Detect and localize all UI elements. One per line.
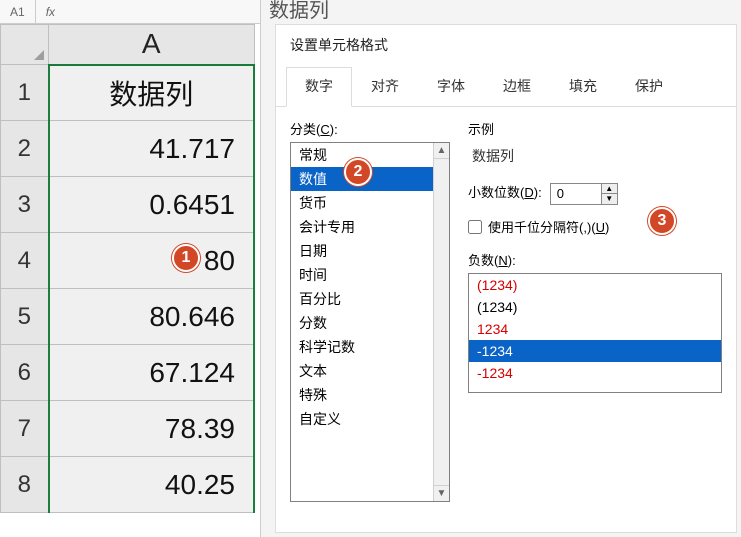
row-header[interactable]: 8: [1, 457, 49, 513]
tab-number[interactable]: 数字: [286, 67, 352, 107]
format-cells-dialog: 数据列 设置单元格格式 数字 对齐 字体 边框 填充 保护 分类(C): 常规 …: [260, 0, 741, 537]
sample-value: 数据列: [468, 144, 722, 168]
category-item-percentage[interactable]: 百分比: [291, 287, 449, 311]
cell-a1[interactable]: 数据列: [49, 65, 255, 121]
callout-3: 3: [648, 207, 676, 235]
dialog-outer-title: 数据列: [269, 0, 329, 23]
cell-a8[interactable]: 40.25: [49, 457, 255, 513]
category-scrollbar[interactable]: ▲ ▼: [433, 143, 449, 501]
category-item-date[interactable]: 日期: [291, 239, 449, 263]
category-item-scientific[interactable]: 科学记数: [291, 335, 449, 359]
tab-border[interactable]: 边框: [484, 67, 550, 106]
category-item-fraction[interactable]: 分数: [291, 311, 449, 335]
cell-a5[interactable]: 80.646: [49, 289, 255, 345]
tab-font[interactable]: 字体: [418, 67, 484, 106]
neg-option[interactable]: 1234: [469, 318, 721, 340]
spreadsheet-grid[interactable]: A 1 数据列 2 41.717 3 0.6451 4 80 5 80.646 …: [0, 24, 255, 537]
cell-a7[interactable]: 78.39: [49, 401, 255, 457]
category-item-custom[interactable]: 自定义: [291, 407, 449, 431]
row-header[interactable]: 7: [1, 401, 49, 457]
dialog-tabs: 数字 对齐 字体 边框 填充 保护: [276, 61, 736, 107]
select-all-corner[interactable]: [1, 25, 49, 65]
row-header[interactable]: 1: [1, 65, 49, 121]
decimal-spinner[interactable]: ▲ ▼: [550, 183, 618, 205]
category-item-time[interactable]: 时间: [291, 263, 449, 287]
spinner-up-icon[interactable]: ▲: [602, 184, 617, 195]
spinner-down-icon[interactable]: ▼: [602, 194, 617, 204]
category-label: 分类(C):: [290, 119, 450, 138]
tab-alignment[interactable]: 对齐: [352, 67, 418, 106]
category-listbox[interactable]: 常规 数值 货币 会计专用 日期 时间 百分比 分数 科学记数 文本 特殊 自定…: [290, 142, 450, 502]
row-header[interactable]: 3: [1, 177, 49, 233]
dialog-title: 设置单元格格式: [276, 25, 736, 61]
row-header[interactable]: 5: [1, 289, 49, 345]
column-header-a[interactable]: A: [49, 25, 255, 65]
decimal-label: 小数位数(D):: [468, 182, 542, 201]
category-item-text[interactable]: 文本: [291, 359, 449, 383]
tab-protection[interactable]: 保护: [616, 67, 682, 106]
sample-label: 示例: [468, 119, 722, 138]
fx-label: fx: [36, 5, 65, 19]
negative-listbox[interactable]: (1234) (1234) 1234 -1234 -1234: [468, 273, 722, 393]
callout-2: 2: [344, 158, 372, 186]
callout-1: 1: [172, 244, 200, 272]
thousands-label: 使用千位分隔符(,)(U): [488, 217, 609, 236]
category-item-special[interactable]: 特殊: [291, 383, 449, 407]
neg-option[interactable]: (1234): [469, 296, 721, 318]
neg-option[interactable]: -1234: [469, 340, 721, 362]
row-header[interactable]: 2: [1, 121, 49, 177]
scroll-down-icon[interactable]: ▼: [434, 485, 449, 501]
cell-a2[interactable]: 41.717: [49, 121, 255, 177]
row-header[interactable]: 6: [1, 345, 49, 401]
scroll-up-icon[interactable]: ▲: [434, 143, 449, 159]
category-item-general[interactable]: 常规: [291, 143, 449, 167]
neg-option[interactable]: (1234): [469, 274, 721, 296]
category-item-accounting[interactable]: 会计专用: [291, 215, 449, 239]
cell-a6[interactable]: 67.124: [49, 345, 255, 401]
thousands-checkbox[interactable]: [468, 220, 482, 234]
tab-fill[interactable]: 填充: [550, 67, 616, 106]
cell-a4[interactable]: 80: [49, 233, 255, 289]
neg-option[interactable]: -1234: [469, 362, 721, 384]
namebox[interactable]: A1: [0, 0, 36, 23]
sample-box: 示例 数据列: [468, 119, 722, 168]
row-header[interactable]: 4: [1, 233, 49, 289]
decimal-input[interactable]: [551, 184, 601, 204]
category-item-currency[interactable]: 货币: [291, 191, 449, 215]
negative-label: 负数(N):: [468, 250, 722, 269]
cell-a3[interactable]: 0.6451: [49, 177, 255, 233]
